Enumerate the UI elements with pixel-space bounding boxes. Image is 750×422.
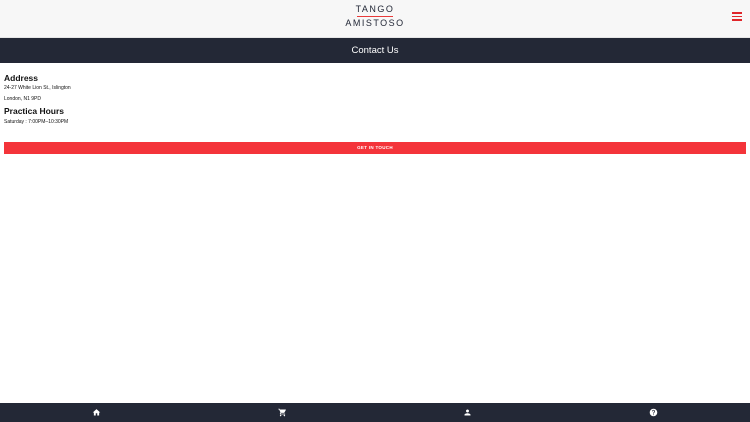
nav-home[interactable]: [76, 403, 116, 422]
page-title-bar: Contact Us: [0, 38, 750, 63]
logo-line-tango: TANGO: [355, 4, 395, 14]
logo-line-amistoso: AMISTOSO: [345, 18, 405, 28]
account-icon: [464, 409, 470, 416]
brand-logo[interactable]: TANGO AMISTOSO: [340, 4, 410, 34]
help-icon: [649, 408, 657, 417]
top-app-bar: TANGO AMISTOSO: [0, 0, 750, 38]
page-title: Contact Us: [351, 45, 399, 56]
address-line-2: London, N1 9PD: [4, 96, 41, 102]
practica-hours-line: Saturday : 7:00PM–10:30PM: [4, 119, 69, 125]
practica-hours-heading: Practica Hours: [4, 106, 64, 116]
bottom-navigation: [0, 403, 750, 422]
logo-divider: [357, 16, 393, 17]
nav-help[interactable]: [633, 403, 673, 422]
home-icon: [92, 409, 100, 416]
nav-cart[interactable]: [262, 403, 302, 422]
hamburger-menu-icon[interactable]: [730, 9, 744, 23]
cart-icon: [277, 408, 286, 417]
address-line-1: 24-27 White Lion St., Islington: [4, 85, 71, 91]
address-heading: Address: [4, 73, 39, 83]
nav-account[interactable]: [447, 403, 487, 422]
get-in-touch-button[interactable]: GET IN TOUCH: [4, 142, 746, 154]
